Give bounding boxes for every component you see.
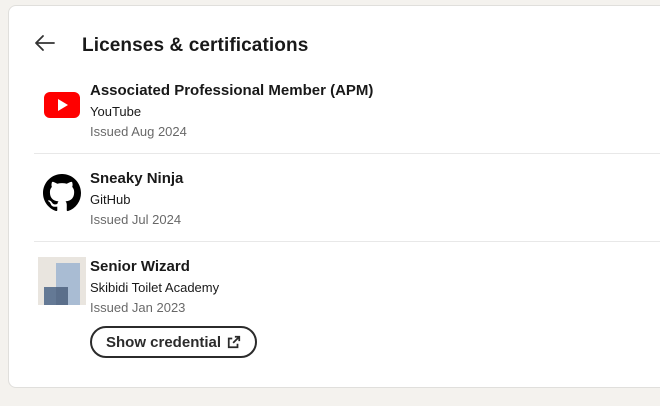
arrow-left-icon: [35, 35, 55, 51]
certification-issuer: YouTube: [90, 104, 142, 119]
licenses-card: Licenses & certifications Associated Pro…: [8, 5, 660, 388]
divider: [34, 153, 660, 154]
external-link-icon: [227, 335, 241, 349]
card-header: Licenses & certifications: [9, 6, 660, 86]
certification-issuer: GitHub: [90, 192, 131, 207]
divider: [34, 241, 660, 242]
back-button[interactable]: [31, 29, 59, 57]
certification-issued-date: Issued Aug 2024: [90, 124, 187, 139]
certification-issued-date: Issued Jan 2023: [90, 300, 186, 315]
certification-issued-date: Issued Jul 2024: [90, 212, 182, 227]
certification-name: Associated Professional Member (APM): [90, 82, 374, 99]
youtube-logo: [38, 81, 86, 129]
page-title: Licenses & certifications: [82, 35, 309, 56]
certification-name: Senior Wizard: [90, 258, 190, 275]
placeholder-company-logo: [38, 257, 86, 305]
certification-name: Sneaky Ninja: [90, 170, 184, 187]
show-credential-label: Show credential: [106, 333, 222, 351]
github-logo: [38, 169, 86, 217]
certification-issuer: Skibidi Toilet Academy: [90, 280, 220, 295]
show-credential-button[interactable]: Show credential: [90, 326, 258, 358]
